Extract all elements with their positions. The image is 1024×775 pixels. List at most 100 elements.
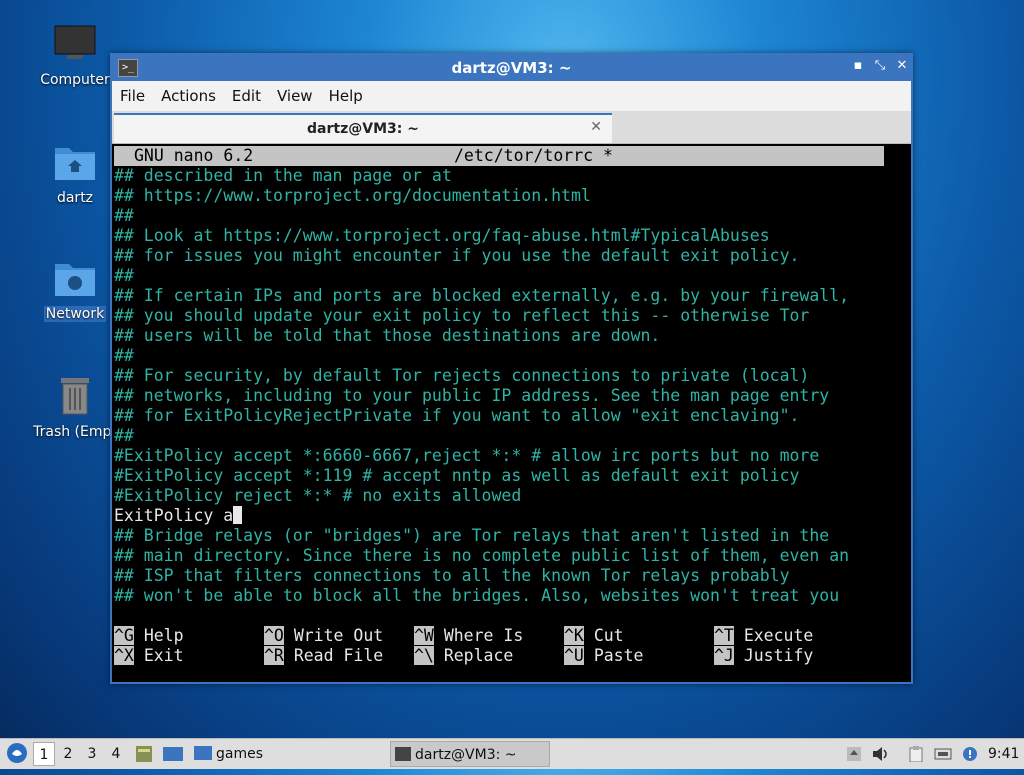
text-line: #ExitPolicy accept *:6660-6667,reject *:… <box>114 446 820 465</box>
text-line: ## <box>114 206 134 225</box>
shortcut-write-out: ^O Write Out <box>264 626 383 646</box>
shortcut-label: Execute <box>743 626 814 645</box>
workspace-3[interactable]: 3 <box>81 742 103 766</box>
nano-filename: /etc/tor/torrc * <box>454 146 613 165</box>
workspace-4[interactable]: 4 <box>105 742 127 766</box>
shortcut-label: Help <box>143 626 184 645</box>
workspace-1[interactable]: 1 <box>33 742 55 766</box>
tab-close-icon[interactable]: ✕ <box>590 119 602 135</box>
desktop-icon-dartz[interactable]: dartz <box>27 142 123 206</box>
close-button[interactable]: ✕ <box>894 58 910 74</box>
clock[interactable]: 9:41 <box>988 739 1019 769</box>
terminal-area[interactable]: GNU nano 6.2/etc/tor/torrc * ## describe… <box>112 144 911 682</box>
terminal-window: >_ dartz@VM3: ~ ▪ ⤡ ✕ File Actions Edit Vie… <box>110 53 913 684</box>
text-line: #ExitPolicy accept *:119 # accept nntp a… <box>114 466 800 485</box>
taskbar-task-terminal[interactable]: dartz@VM3: ~ <box>390 741 550 767</box>
desktop-icon-computer[interactable]: Computer <box>27 24 123 88</box>
menu-edit[interactable]: Edit <box>224 81 269 111</box>
desktop-icon-label: dartz <box>56 190 94 206</box>
taskbar-folder-games[interactable]: games <box>194 739 263 769</box>
menu-bar: File Actions Edit View Help <box>112 81 911 111</box>
minimize-button[interactable]: ▪ <box>850 58 866 74</box>
volume-icon[interactable] <box>872 746 888 762</box>
shortcut-paste: ^U Paste <box>564 646 643 666</box>
text-line: ## <box>114 426 134 445</box>
clipboard-icon[interactable] <box>908 746 924 763</box>
maximize-button[interactable]: ⤡ <box>872 58 888 74</box>
notification-icon[interactable] <box>962 746 978 762</box>
desktop-icon-network[interactable]: Network <box>27 258 123 322</box>
menu-actions[interactable]: Actions <box>153 81 224 111</box>
shortcut-execute: ^T Execute <box>714 626 813 646</box>
taskbar: 1 2 3 4 games dartz@VM3: ~ 9:41 <box>0 738 1024 769</box>
shortcut-where-is: ^W Where Is <box>414 626 523 646</box>
shortcut-label: Justify <box>743 646 814 665</box>
text-line: ## for ExitPolicyRejectPrivate if you wa… <box>114 406 800 425</box>
network-folder-icon <box>27 258 123 302</box>
show-desktop-icon[interactable] <box>162 744 184 764</box>
shortcut-label: Cut <box>593 626 624 645</box>
shortcut-key: ^T <box>714 626 734 645</box>
home-folder-icon <box>27 142 123 186</box>
shortcut-label: Paste <box>593 646 644 665</box>
eject-icon[interactable] <box>846 746 862 762</box>
shortcut-label: Read File <box>293 646 384 665</box>
shortcut-justify: ^J Justify <box>714 646 813 666</box>
shortcut-label: Replace <box>443 646 514 665</box>
shortcut-key: ^\ <box>414 646 434 665</box>
text-line: ## you should update your exit policy to… <box>114 306 810 325</box>
taskbar-task-label: dartz@VM3: ~ <box>415 747 517 763</box>
shortcut-key: ^J <box>714 646 734 665</box>
shortcut-help: ^G Help <box>114 626 184 646</box>
folder-icon <box>194 746 212 760</box>
app-launcher-icon[interactable] <box>134 744 154 764</box>
nano-header: GNU nano 6.2/etc/tor/torrc * <box>114 146 884 166</box>
shortcut-label: Where Is <box>443 626 524 645</box>
shortcut-key: ^W <box>414 626 434 645</box>
shortcut-replace: ^\ Replace <box>414 646 513 666</box>
current-line: ExitPolicy a <box>114 506 243 526</box>
shortcut-key: ^R <box>264 646 284 665</box>
desktop-icon-trash[interactable]: Trash (Empt <box>27 374 123 440</box>
window-titlebar[interactable]: >_ dartz@VM3: ~ ▪ ⤡ ✕ <box>110 53 913 81</box>
network-icon[interactable] <box>934 746 952 762</box>
shortcut-label: Write Out <box>293 626 384 645</box>
text-line: ## https://www.torproject.org/documentat… <box>114 186 591 205</box>
distro-logo-icon <box>7 743 27 763</box>
text-line: ## Look at https://www.torproject.org/fa… <box>114 226 770 245</box>
taskbar-folder-label: games <box>216 746 264 762</box>
shortcut-label: Exit <box>143 646 184 665</box>
shortcut-key: ^U <box>564 646 584 665</box>
shortcut-cut: ^K Cut <box>564 626 624 646</box>
desktop-icon-label: Computer <box>40 72 110 88</box>
terminal-tab[interactable]: dartz@VM3: ~ ✕ <box>114 113 612 143</box>
terminal-task-icon <box>395 747 411 761</box>
shortcut-exit: ^X Exit <box>114 646 184 666</box>
computer-icon <box>27 24 123 68</box>
text-line: ## For security, by default Tor rejects … <box>114 366 810 385</box>
shortcut-key: ^O <box>264 626 284 645</box>
shortcut-key: ^K <box>564 626 584 645</box>
shortcut-key: ^X <box>114 646 134 665</box>
text-line: ## won't be able to block all the bridge… <box>114 586 840 605</box>
tab-title: dartz@VM3: ~ <box>307 121 419 137</box>
text-line: ## <box>114 266 134 285</box>
text-line: ## ISP that filters connections to all t… <box>114 566 790 585</box>
text-line: ## Bridge relays (or "bridges") are Tor … <box>114 526 830 545</box>
text-line: ## <box>114 346 134 365</box>
menu-file[interactable]: File <box>112 81 153 111</box>
text-line: ## If certain IPs and ports are blocked … <box>114 286 850 305</box>
text-line: ## networks, including to your public IP… <box>114 386 830 405</box>
text-line: #ExitPolicy reject *:* # no exits allowe… <box>114 486 522 505</box>
menu-view[interactable]: View <box>269 81 321 111</box>
text-line: ## for issues you might encounter if you… <box>114 246 800 265</box>
shortcut-key: ^G <box>114 626 134 645</box>
text-cursor <box>233 506 243 524</box>
start-menu-button[interactable] <box>6 742 28 766</box>
text-line: ## users will be told that those destina… <box>114 326 661 345</box>
trash-icon <box>27 374 123 420</box>
menu-help[interactable]: Help <box>321 81 371 111</box>
workspace-2[interactable]: 2 <box>57 742 79 766</box>
desktop-icon-label: Trash (Empt <box>33 424 117 440</box>
shortcut-read-file: ^R Read File <box>264 646 383 666</box>
